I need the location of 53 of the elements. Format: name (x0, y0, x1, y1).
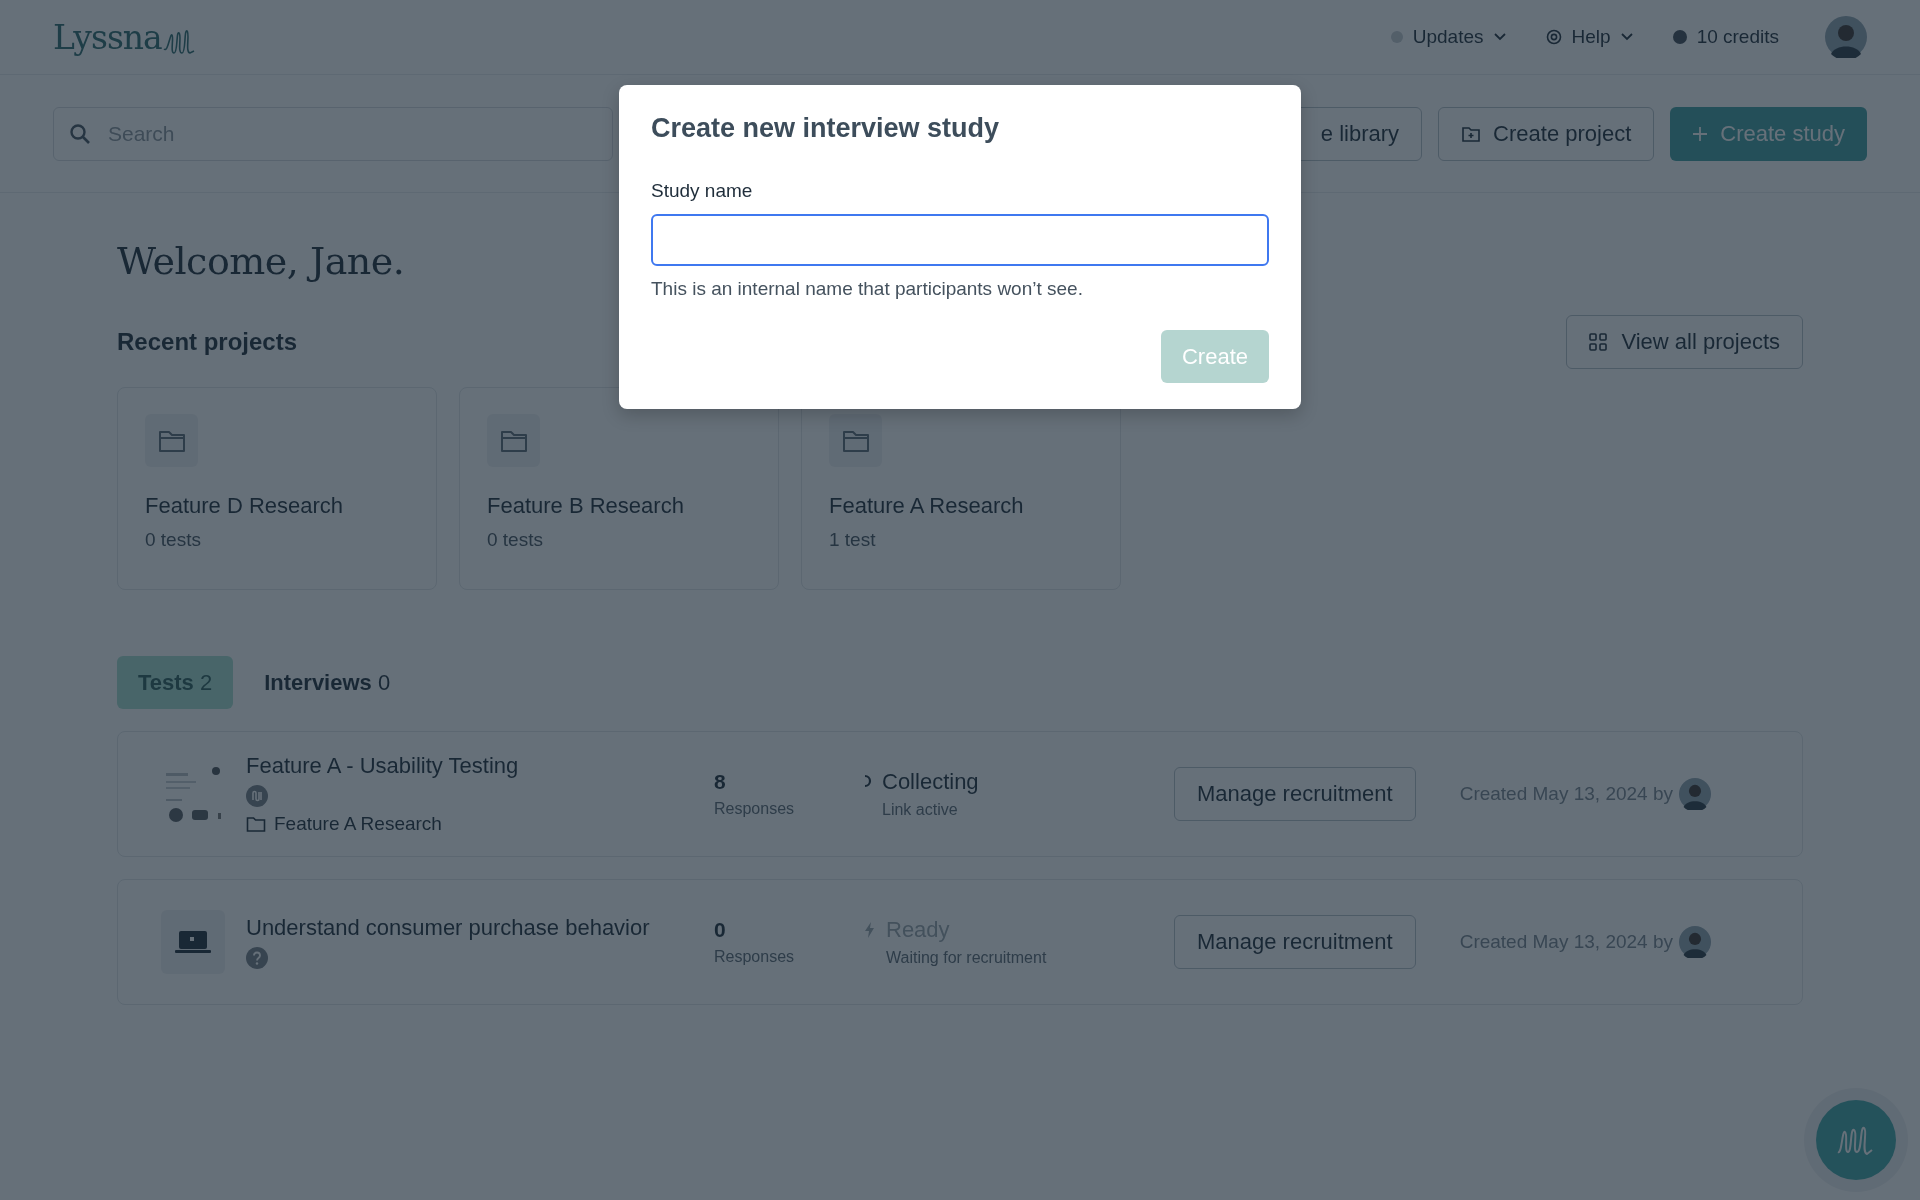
grid-icon (1589, 333, 1608, 351)
toolbar-button[interactable]: Create study (1670, 106, 1867, 161)
project-link[interactable]: Feature A Research (274, 813, 442, 835)
folder-plus-icon (1461, 124, 1482, 143)
avatar (1679, 926, 1711, 958)
chat-launcher-icon[interactable] (1816, 1100, 1896, 1180)
tab[interactable]: Interviews 0 (243, 656, 412, 709)
chevron-down-icon (1620, 33, 1633, 41)
response-count: 0 (714, 918, 727, 942)
spinner-icon (864, 774, 872, 788)
welcome-heading: Welcome, Jane. (117, 239, 405, 283)
laptop-icon (161, 910, 225, 974)
status-note: Link active (882, 801, 959, 819)
responses-label: Responses (714, 948, 796, 966)
test-count: 0 tests (145, 529, 202, 551)
folder-icon (246, 815, 266, 833)
folder-icon (829, 414, 882, 467)
status-note: Waiting for recruitment (886, 949, 1047, 967)
avatar (1679, 778, 1711, 810)
test-count: 0 tests (487, 529, 544, 551)
plus-icon (1692, 125, 1709, 142)
test-count: 1 test (829, 529, 877, 551)
logo-text: Lyssna (53, 17, 162, 57)
section-title: Recent projects (117, 328, 298, 356)
chevron-down-icon (1493, 33, 1506, 41)
project-name: Feature A Research (829, 493, 1025, 519)
response-count: 8 (714, 770, 727, 794)
dialog-title: Create new interview study (651, 113, 1001, 144)
responses-label: Responses (714, 800, 796, 818)
view-all-projects-button[interactable]: View all projects (1566, 315, 1803, 369)
project-name: Feature B Research (487, 493, 685, 519)
toolbar-button[interactable]: Create project (1438, 106, 1655, 161)
coin-icon (1672, 30, 1687, 44)
study-title[interactable]: Understand consumer purchase behavior (246, 915, 650, 941)
study-name-field[interactable] (651, 214, 1269, 266)
menu-button[interactable]: Help (1545, 26, 1633, 48)
status-label: Collecting (882, 769, 979, 795)
project-card[interactable]: Feature D Research 0 tests (117, 387, 437, 590)
folder-icon (487, 414, 540, 467)
credits-label: 10 credits (1696, 26, 1779, 48)
field-hint: This is an internal name that participants won’t see. (651, 278, 1084, 300)
search-icon (69, 122, 91, 145)
lightning-icon (864, 922, 876, 938)
avatar[interactable] (1825, 16, 1867, 58)
field-label: Study name (651, 180, 754, 202)
folder-icon (145, 414, 198, 467)
study-title[interactable]: Feature A - Usability Testing (246, 753, 519, 779)
manage-recruitment-button[interactable]: Manage recruitment (1174, 915, 1416, 969)
manage-recruitment-button[interactable]: Manage recruitment (1174, 767, 1416, 821)
help-icon (1545, 29, 1562, 45)
question-icon (246, 947, 268, 969)
menu-button[interactable]: Updates (1390, 26, 1506, 48)
project-name: Feature D Research (145, 493, 345, 519)
